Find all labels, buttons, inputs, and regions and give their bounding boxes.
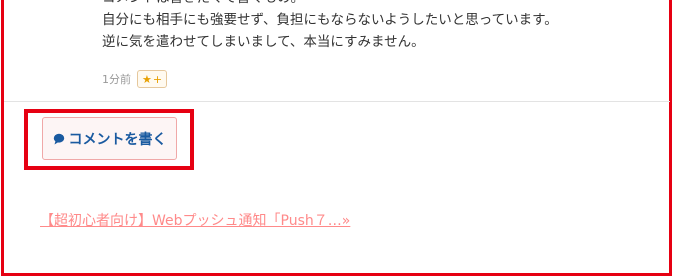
comment-line: コメントは書きたくて書くもの。: [102, 0, 662, 9]
comment-meta: 1分前 ★ +: [102, 69, 168, 89]
comment-line: 自分にも相手にも強要せず、負担にもならないようしたいと思っています。: [102, 12, 558, 28]
write-comment-label: コメントを書く: [68, 131, 167, 148]
star-icon: ★: [142, 72, 152, 86]
comment-body: コメントは書きたくて書くもの。 自分にも相手にも強要せず、負担にもならないようし…: [102, 0, 662, 53]
speech-bubble-icon: [53, 133, 64, 144]
favorite-button[interactable]: ★ +: [137, 70, 168, 88]
comment-time: 1分前: [102, 73, 131, 86]
next-article-link[interactable]: 【超初心者向け】Webプッシュ通知「Push７…»: [40, 210, 350, 230]
comment-line: 逆に気を遣わせてしまいまして、本当にすみません。: [102, 34, 425, 50]
favorite-plus: +: [152, 72, 163, 86]
divider: [4, 101, 670, 102]
write-comment-button[interactable]: コメントを書く: [42, 117, 177, 160]
